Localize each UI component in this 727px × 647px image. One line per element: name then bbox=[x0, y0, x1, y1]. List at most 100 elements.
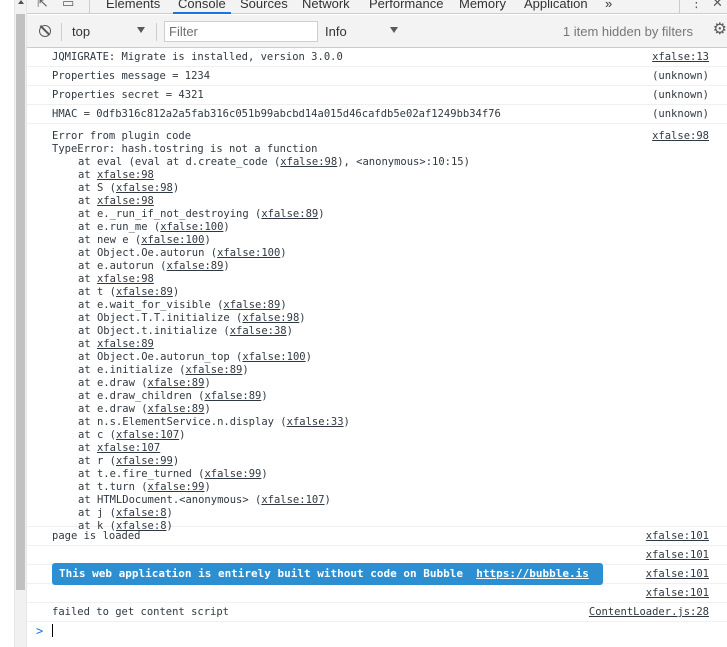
stack-frame-text: ) bbox=[172, 286, 180, 298]
tab-elements[interactable]: Elements bbox=[106, 0, 160, 12]
message-source-link[interactable]: xfalse:13 bbox=[652, 51, 709, 64]
stack-frame-link[interactable]: xfalse:98 bbox=[97, 195, 154, 207]
stack-frame-link[interactable]: xfalse:99 bbox=[204, 468, 261, 480]
console-message: xfalse:101 bbox=[27, 584, 727, 603]
chevron-down-icon[interactable] bbox=[390, 27, 398, 33]
stack-frame-link[interactable]: xfalse:98 bbox=[242, 312, 299, 324]
stack-frame-text: at bbox=[78, 442, 97, 454]
error-title: Error from plugin code bbox=[52, 130, 192, 142]
stack-frame-text: ) bbox=[286, 325, 293, 337]
tab-performance[interactable]: Performance bbox=[369, 0, 443, 12]
tab-network[interactable]: Network bbox=[302, 0, 350, 12]
stack-frame-link[interactable]: xfalse:100 bbox=[141, 234, 204, 246]
stack-frame: at Object.Oe.autorun (xfalse:100) bbox=[52, 247, 727, 260]
device-toolbar-icon[interactable]: ▭ bbox=[62, 0, 74, 12]
stack-frame-text: at eval (eval at d.create_code ( bbox=[78, 156, 281, 168]
stack-frame-link[interactable]: xfalse:100 bbox=[160, 221, 223, 233]
stack-frame-link[interactable]: xfalse:107 bbox=[97, 442, 160, 454]
stack-frame-text: at t.turn ( bbox=[78, 481, 148, 493]
stack-frame-link[interactable]: xfalse:89 bbox=[223, 299, 280, 311]
stack-frame-text: at S ( bbox=[78, 182, 116, 194]
scroll-up-arrow-icon[interactable] bbox=[18, 0, 24, 4]
devtools-tabbar: ⇱ ▭ Elements Console Sources Network Per… bbox=[27, 0, 727, 14]
stack-frame-link[interactable]: xfalse:107 bbox=[261, 494, 324, 506]
stack-frame-link[interactable]: xfalse:38 bbox=[230, 325, 287, 337]
tab-application[interactable]: Application bbox=[524, 0, 588, 12]
log-level-selector[interactable]: Info bbox=[325, 24, 347, 39]
stack-frame-link[interactable]: xfalse:98 bbox=[97, 273, 154, 285]
stack-frame-text: at Object.t.initialize ( bbox=[78, 325, 230, 337]
stack-frame-link[interactable]: xfalse:33 bbox=[287, 416, 344, 428]
stack-frame-link[interactable]: xfalse:89 bbox=[116, 286, 173, 298]
message-source-link[interactable]: ContentLoader.js:28 bbox=[589, 606, 709, 619]
message-source-link[interactable]: xfalse:101 bbox=[646, 549, 709, 562]
stack-frame: at e.initialize (xfalse:89) bbox=[52, 364, 727, 377]
tab-sources[interactable]: Sources bbox=[240, 0, 288, 12]
message-source-link[interactable]: xfalse:101 bbox=[646, 587, 709, 600]
stack-frame-text: at e.draw ( bbox=[78, 377, 148, 389]
more-tabs-chevron-icon[interactable]: » bbox=[605, 0, 612, 12]
close-icon[interactable]: ✕ bbox=[712, 0, 723, 12]
inspect-icon[interactable]: ⇱ bbox=[37, 0, 48, 12]
stack-frame-text: at bbox=[78, 195, 97, 207]
stack-frame-link[interactable]: xfalse:99 bbox=[116, 455, 173, 467]
stack-frame-link[interactable]: xfalse:8 bbox=[116, 507, 167, 519]
stack-frame: at t.turn (xfalse:99) bbox=[52, 481, 727, 494]
stack-frame-link[interactable]: xfalse:100 bbox=[242, 351, 305, 363]
stack-frame-link[interactable]: xfalse:98 bbox=[280, 156, 337, 168]
stack-frame-link[interactable]: xfalse:89 bbox=[97, 338, 154, 350]
stack-frame-link[interactable]: xfalse:89 bbox=[148, 403, 205, 415]
stack-frame-link[interactable]: xfalse:107 bbox=[116, 429, 179, 441]
stack-frame-link[interactable]: xfalse:89 bbox=[261, 208, 318, 220]
context-selector[interactable]: top bbox=[72, 24, 90, 39]
page-scrollbar[interactable] bbox=[14, 0, 27, 647]
stack-frame: at e.draw (xfalse:89) bbox=[52, 377, 727, 390]
stack-frame-link[interactable]: xfalse:99 bbox=[148, 481, 205, 493]
stack-frame-text: at e.run_me ( bbox=[78, 221, 161, 233]
message-source: (unknown) bbox=[652, 89, 709, 101]
tab-console[interactable]: Console bbox=[178, 0, 226, 12]
banner-text: This web application is entirely built w… bbox=[59, 567, 463, 580]
stack-frame: at new e (xfalse:100) bbox=[52, 234, 727, 247]
stack-frame-link[interactable]: xfalse:98 bbox=[116, 182, 173, 194]
message-source-link[interactable]: xfalse:101 bbox=[646, 568, 709, 581]
stack-frame-link[interactable]: xfalse:98 bbox=[97, 169, 154, 181]
stack-frame-text: ) bbox=[299, 312, 306, 324]
stack-frame: at e.autorun (xfalse:89) bbox=[52, 260, 727, 273]
stack-frame-text: at t.e.fire_turned ( bbox=[78, 468, 205, 480]
message-text: JQMIGRATE: Migrate is installed, version… bbox=[52, 51, 343, 63]
stack-frame-link[interactable]: xfalse:100 bbox=[217, 247, 280, 259]
stack-frame-link[interactable]: xfalse:89 bbox=[167, 260, 224, 272]
stack-frame-text: at Object.Oe.autorun ( bbox=[78, 247, 218, 259]
clear-console-icon[interactable] bbox=[39, 25, 51, 37]
stack-frame: at e._run_if_not_destroying (xfalse:89) bbox=[52, 208, 727, 221]
message-source-link[interactable]: xfalse:98 bbox=[652, 130, 709, 143]
scrollbar-thumb[interactable] bbox=[16, 14, 25, 590]
toolbar-divider bbox=[61, 23, 62, 41]
stack-frame-text: ) bbox=[305, 351, 312, 363]
bubble-link[interactable]: https://bubble.is bbox=[476, 567, 589, 580]
console-message: Properties message = 1234 (unknown) bbox=[27, 67, 727, 86]
console-message: page is loaded xfalse:101 bbox=[27, 527, 727, 546]
stack-frame-text: at r ( bbox=[78, 455, 116, 467]
stack-frame-link[interactable]: xfalse:89 bbox=[185, 364, 242, 376]
tab-memory[interactable]: Memory bbox=[459, 0, 506, 12]
stack-frame: at r (xfalse:99) bbox=[52, 455, 727, 468]
filter-input[interactable] bbox=[164, 21, 318, 42]
console-prompt[interactable]: > bbox=[27, 622, 727, 642]
gear-icon[interactable]: ⚙ bbox=[713, 21, 727, 39]
stack-frame-text: at t ( bbox=[78, 286, 116, 298]
stack-frame-text: at e.draw ( bbox=[78, 403, 148, 415]
kebab-menu-icon[interactable]: ⋮ bbox=[690, 0, 703, 12]
active-tab-indicator bbox=[173, 12, 231, 14]
stack-frame-link[interactable]: xfalse:89 bbox=[148, 377, 205, 389]
stack-frame-link[interactable]: xfalse:89 bbox=[204, 390, 261, 402]
message-source-link[interactable]: xfalse:101 bbox=[646, 530, 709, 543]
stack-frame-text: at e.autorun ( bbox=[78, 260, 167, 272]
chevron-down-icon[interactable] bbox=[137, 27, 145, 33]
devtools-panel: ⇱ ▭ Elements Console Sources Network Per… bbox=[27, 0, 727, 647]
console-toolbar: top Info 1 item hidden by filters ⚙ bbox=[27, 15, 727, 48]
stack-frame: at Object.T.T.initialize (xfalse:98) bbox=[52, 312, 727, 325]
stack-frame: at xfalse:98 bbox=[52, 169, 727, 182]
error-message: Error from plugin code TypeError: hash.t… bbox=[27, 124, 727, 532]
